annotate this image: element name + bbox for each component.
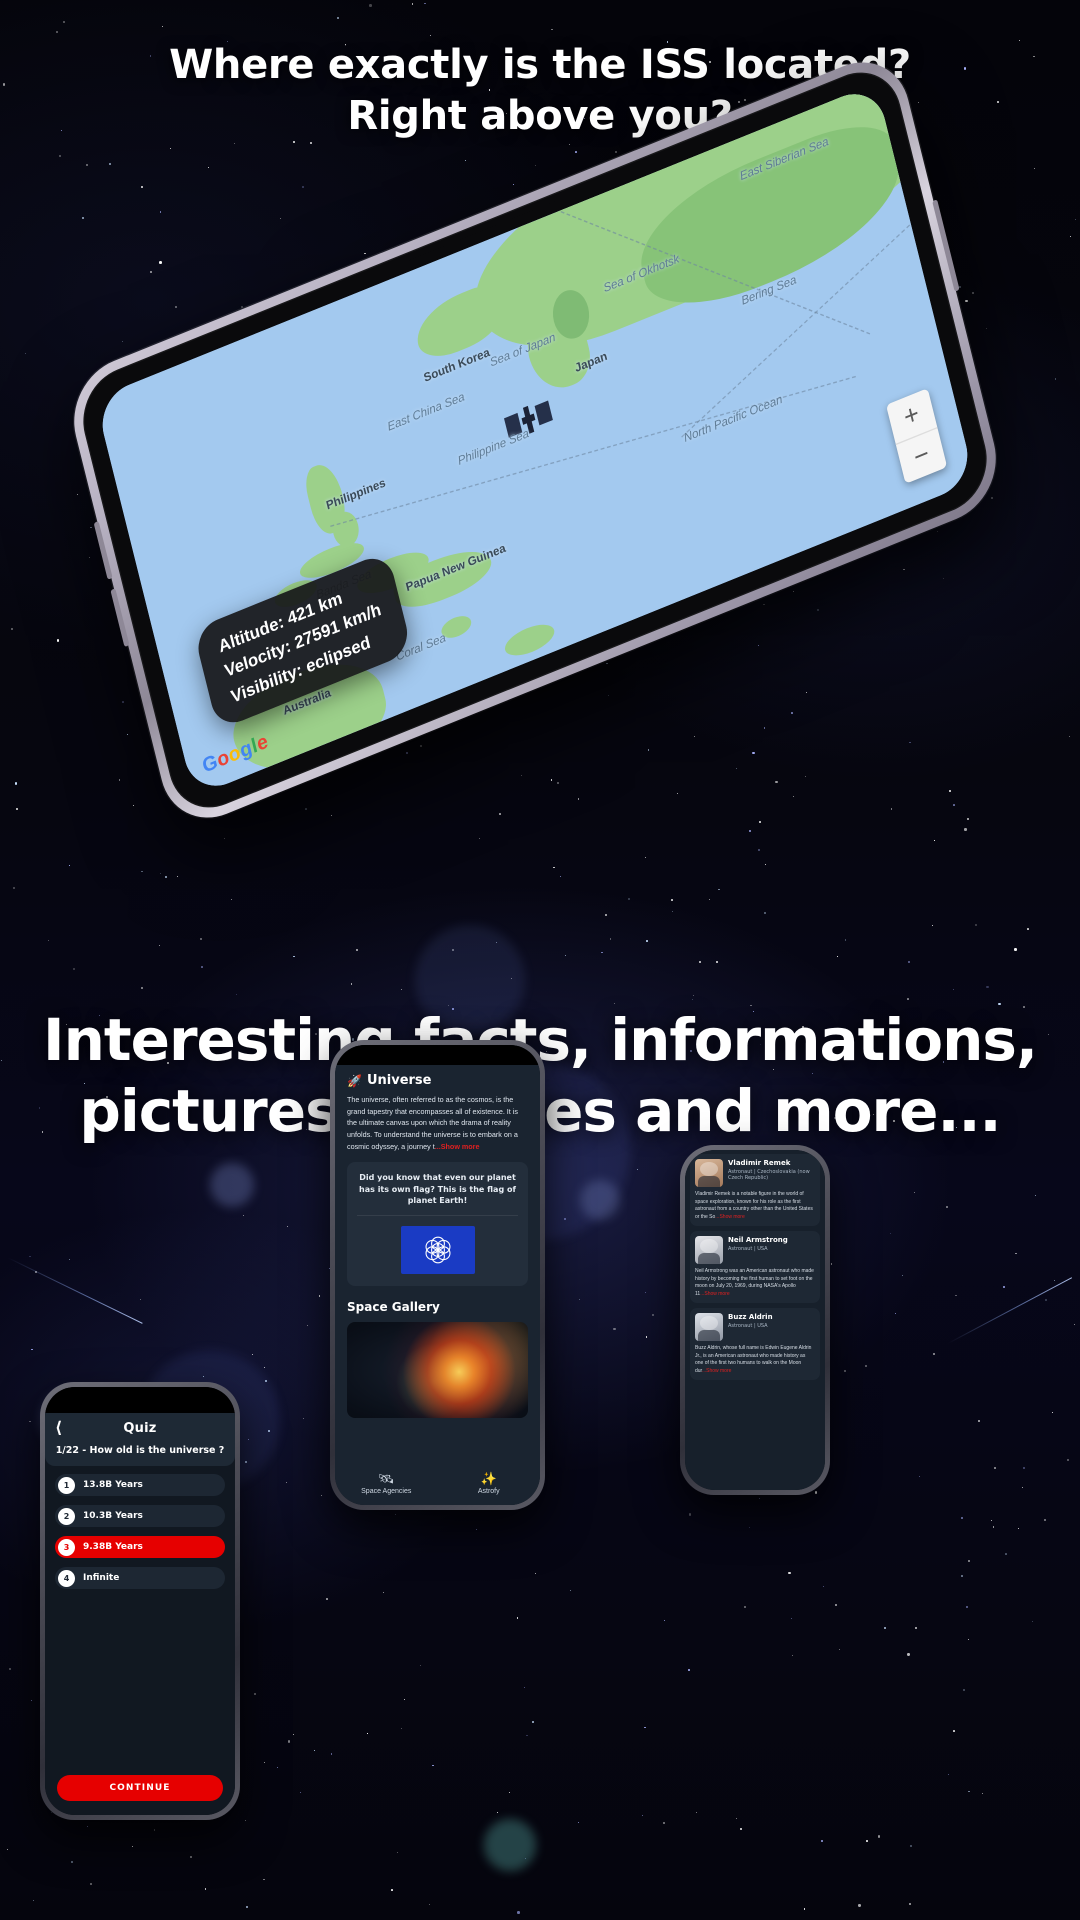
astronaut-name: Vladimir Remek xyxy=(728,1159,791,1167)
earth-flag-seed-of-life-icon xyxy=(425,1236,450,1264)
quiz-option-label: 13.8B Years xyxy=(83,1480,143,1490)
astronaut-show-more-link[interactable]: ...Show more xyxy=(715,1214,744,1220)
space-agencies-icon: 🛰 xyxy=(377,1471,395,1486)
universe-phone-screen: 🚀 Universe The universe, often referred … xyxy=(335,1045,540,1505)
quiz-header: ⟨ Quiz 1/22 - How old is the universe ? xyxy=(45,1413,235,1466)
quiz-app: ⟨ Quiz 1/22 - How old is the universe ? … xyxy=(45,1413,235,1815)
headline-top: Where exactly is the ISS located? Right … xyxy=(0,40,1080,142)
quiz-options-list: 1 13.8B Years 2 10.3B Years 3 9.38B Years 4 Inf… xyxy=(45,1466,235,1775)
astronaut-card[interactable]: Vladimir Remek Astronaut | Czechoslovakia… xyxy=(690,1154,820,1226)
rocket-icon: 🚀 xyxy=(347,1073,362,1088)
astronaut-description: Neil Armstrong was an American astronaut… xyxy=(695,1268,815,1298)
headline-top-line2: Right above you? xyxy=(347,93,733,140)
astronaut-card[interactable]: Buzz Aldrin Astronaut | USA Buzz Aldrin, w… xyxy=(690,1308,820,1380)
universe-phone: 🚀 Universe The universe, often referred … xyxy=(330,1040,545,1510)
universe-content: The universe, often referred to as the c… xyxy=(335,1094,540,1322)
card-divider xyxy=(357,1215,518,1217)
astronaut-avatar xyxy=(695,1313,723,1341)
astronaut-description-text: Vladimir Remek is a notable figure in th… xyxy=(695,1191,813,1220)
quiz-status-bar xyxy=(45,1387,235,1413)
promo-background: Where exactly is the ISS located? Right … xyxy=(0,0,1080,1920)
quiz-phone: ⟨ Quiz 1/22 - How old is the universe ? … xyxy=(40,1382,240,1820)
universe-title: Universe xyxy=(366,1073,432,1088)
quiz-option-label: 10.3B Years xyxy=(83,1511,143,1521)
universe-show-more-link[interactable]: ...Show more xyxy=(435,1142,480,1151)
quiz-option-number: 1 xyxy=(58,1476,75,1494)
hero-phone-wrapper: South Korea Japan Sea of Japan East China S… xyxy=(20,45,1040,905)
universe-app: 🚀 Universe The universe, often referred … xyxy=(335,1045,540,1505)
headline-top-line1: Where exactly is the ISS located? xyxy=(169,42,911,88)
astronaut-show-more-link[interactable]: ...Show more xyxy=(700,1291,729,1297)
quiz-option-label: 9.38B Years xyxy=(83,1542,143,1552)
astrofy-icon: ✨ xyxy=(480,1471,497,1486)
map-zoom-controls[interactable]: + − xyxy=(885,388,948,484)
astronaut-name: Neil Armstrong xyxy=(728,1236,788,1244)
quiz-question: 1/22 - How old is the universe ? xyxy=(55,1445,225,1456)
universe-paragraph-text: The universe, often referred to as the c… xyxy=(347,1095,518,1151)
space-gallery-image[interactable] xyxy=(347,1322,528,1419)
nav-item-astrofy[interactable]: ✨ Astrofy xyxy=(438,1472,541,1495)
quiz-option-3[interactable]: 3 9.38B Years xyxy=(55,1536,225,1558)
astronaut-description: Vladimir Remek is a notable figure in th… xyxy=(695,1191,815,1221)
quiz-phone-screen: ⟨ Quiz 1/22 - How old is the universe ? … xyxy=(45,1387,235,1815)
quiz-title: Quiz xyxy=(123,1421,157,1436)
astronaut-subtitle: Astronaut | USA xyxy=(728,1322,768,1329)
quiz-option-2[interactable]: 2 10.3B Years xyxy=(55,1505,225,1527)
quiz-option-4[interactable]: 4 Infinite xyxy=(55,1567,225,1589)
map-label: Philippine Sea xyxy=(456,426,531,468)
astronauts-phone-screen: Vladimir Remek Astronaut | Czechoslovakia… xyxy=(685,1150,825,1490)
astronaut-avatar xyxy=(695,1159,723,1187)
nav-item-label: Space Agencies xyxy=(361,1488,412,1495)
space-gallery-title: Space Gallery xyxy=(347,1300,440,1315)
astronaut-subtitle: Astronaut | USA xyxy=(728,1245,768,1252)
universe-status-bar xyxy=(335,1045,540,1065)
quiz-option-number: 4 xyxy=(58,1569,75,1587)
universe-bottom-nav: 🛰 Space Agencies ✨ Astrofy xyxy=(335,1466,540,1505)
nav-item-space-agencies[interactable]: 🛰 Space Agencies xyxy=(335,1472,438,1495)
astronaut-name: Buzz Aldrin xyxy=(728,1313,773,1321)
did-you-know-card: Did you know that even our planet has it… xyxy=(347,1162,528,1287)
astronaut-avatar xyxy=(695,1236,723,1264)
quiz-continue-button[interactable]: CONTINUE xyxy=(57,1775,223,1801)
map-label: East China Sea xyxy=(385,389,466,434)
earth-flag-image xyxy=(400,1226,475,1275)
astronauts-phone: Vladimir Remek Astronaut | Czechoslovakia… xyxy=(680,1145,830,1495)
quiz-option-1[interactable]: 1 13.8B Years xyxy=(55,1474,225,1496)
did-you-know-text: Did you know that even our planet has it… xyxy=(359,1173,516,1206)
astronauts-list: Vladimir Remek Astronaut | Czechoslovakia… xyxy=(685,1150,825,1490)
nav-item-label: Astrofy xyxy=(477,1488,500,1495)
astronaut-show-more-link[interactable]: ...Show more xyxy=(702,1368,731,1374)
quiz-option-number: 2 xyxy=(58,1507,75,1525)
quiz-option-number: 3 xyxy=(58,1538,75,1556)
quiz-option-label: Infinite xyxy=(83,1573,120,1583)
astronaut-description: Buzz Aldrin, whose full name is Edwin Eu… xyxy=(695,1345,815,1375)
back-chevron-icon[interactable]: ⟨ xyxy=(55,1420,62,1436)
universe-header: 🚀 Universe xyxy=(335,1065,540,1094)
map-label: North Pacific Ocean xyxy=(682,392,784,445)
astronaut-subtitle: Astronaut | Czechoslovakia (now Czech Re… xyxy=(728,1168,810,1182)
universe-paragraph: The universe, often referred to as the c… xyxy=(347,1094,528,1152)
astronaut-card[interactable]: Neil Armstrong Astronaut | USA Neil Armstr… xyxy=(690,1231,820,1303)
